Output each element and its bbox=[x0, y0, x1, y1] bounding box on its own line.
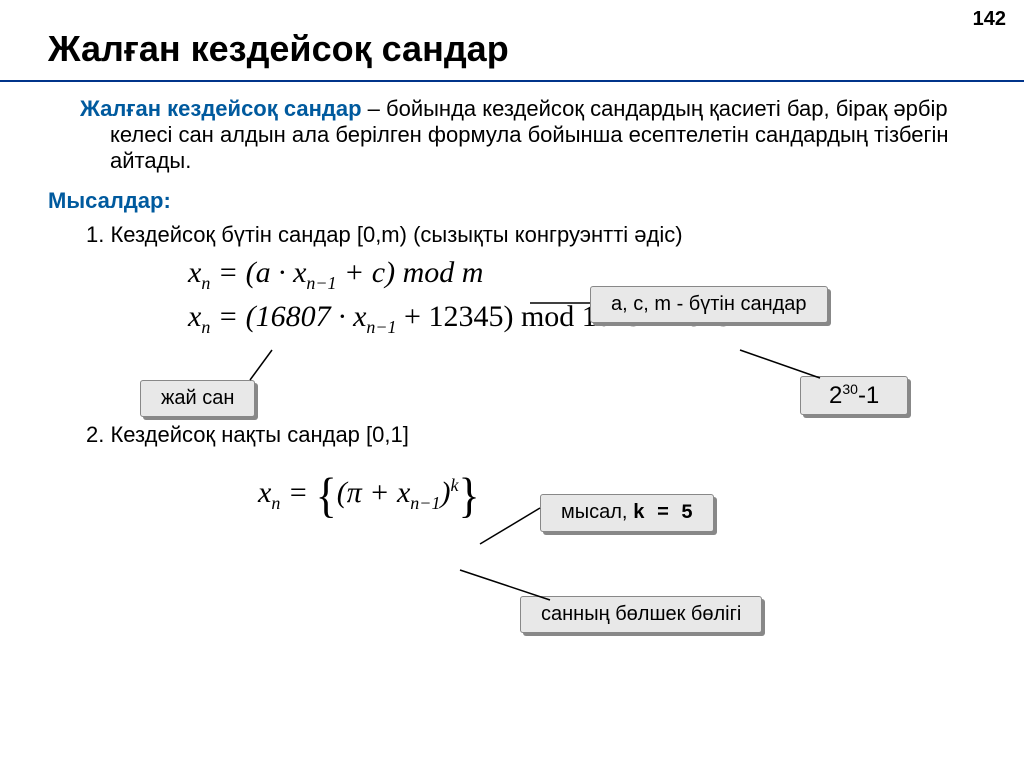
formula-1b: xn = (16807 · xn−1 + 12345) mod 10737418… bbox=[48, 300, 984, 338]
formula-1a: xn = (a · xn−1 + c) mod m bbox=[48, 256, 984, 294]
examples-label: Мысалдар: bbox=[48, 188, 984, 214]
callout-integers: a, c, m - бүтін сандар bbox=[590, 286, 828, 323]
page-number: 142 bbox=[973, 8, 1006, 31]
example-2-text: 2. Кездейсоқ нақты сандар [0,1] bbox=[48, 422, 984, 448]
connector-4 bbox=[480, 504, 550, 544]
connector-1 bbox=[530, 298, 590, 308]
definition-paragraph: Жалған кездейсоқ сандар – бойында кездей… bbox=[48, 96, 984, 174]
connector-3 bbox=[740, 350, 830, 390]
connector-5 bbox=[460, 570, 560, 610]
slide-title: Жалған кездейсоқ сандар bbox=[0, 0, 1024, 82]
example-1-text: 1. Кездейсоқ бүтін сандар [0,m) (сызықты… bbox=[48, 222, 984, 248]
content-area: Жалған кездейсоқ сандар – бойында кездей… bbox=[0, 82, 1024, 521]
connector-2 bbox=[250, 350, 280, 390]
callout-k-value: мысал, k = 5 bbox=[540, 494, 714, 532]
definition-term: Жалған кездейсоқ сандар bbox=[80, 96, 362, 121]
callout-prime: жай сан bbox=[140, 380, 255, 417]
